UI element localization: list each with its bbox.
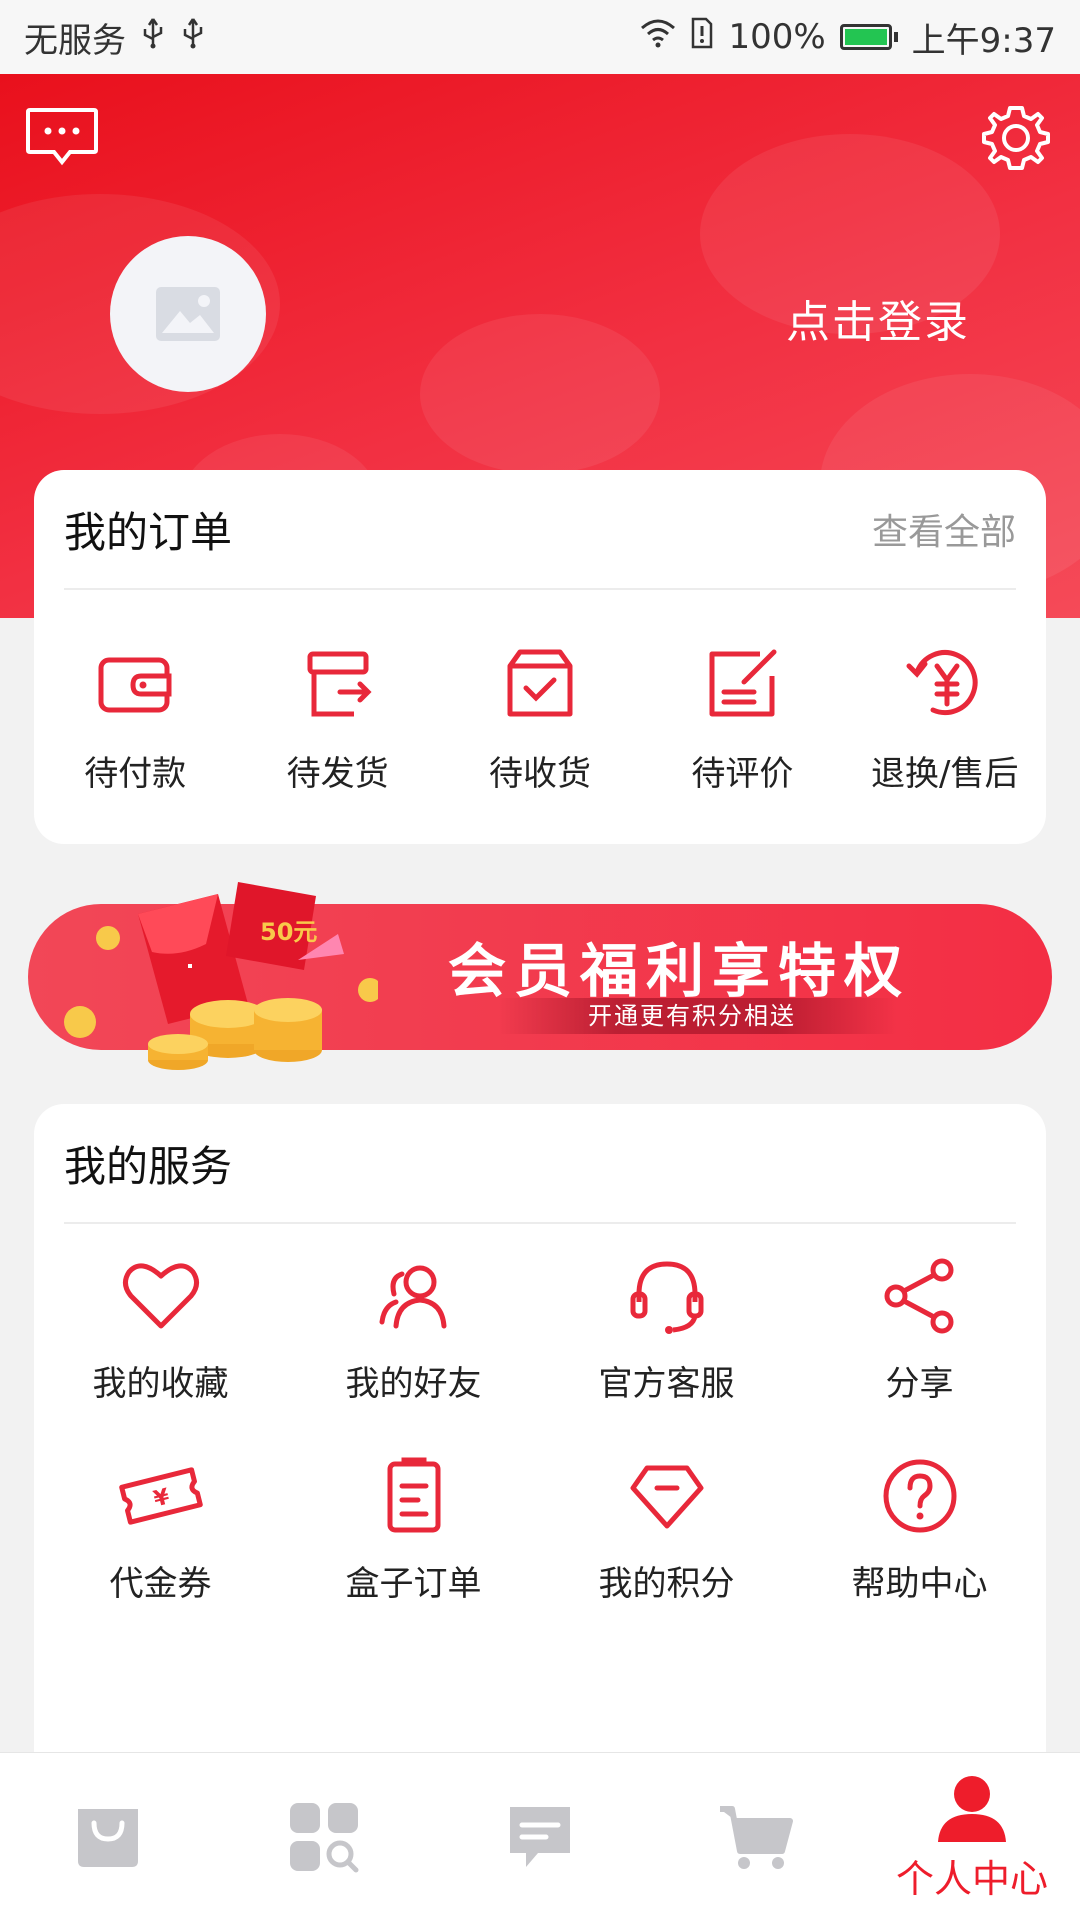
package-check-icon <box>507 649 573 717</box>
nav-category[interactable] <box>216 1753 432 1920</box>
refund-yen-icon <box>906 650 978 716</box>
nav-profile[interactable]: 个人中心 <box>864 1753 1080 1920</box>
service-label: 分享 <box>885 1364 954 1404</box>
cart-icon <box>720 1805 793 1869</box>
box-arrow-icon <box>307 651 372 717</box>
battery-icon <box>839 24 898 50</box>
service-help-center[interactable]: 帮助中心 <box>793 1454 1046 1654</box>
svg-text:¥: ¥ <box>151 1484 173 1512</box>
member-benefits-banner[interactable]: 50元 会员福利享特权 开通更有积分相送 <box>28 882 1052 1070</box>
clock: 上午9:37 <box>911 20 1056 61</box>
wifi-icon <box>640 17 676 57</box>
wallet-icon <box>98 657 172 713</box>
headset-icon <box>630 1261 703 1334</box>
view-all-link[interactable]: 查看全部 <box>872 503 1016 555</box>
edit-note-icon <box>709 649 777 717</box>
service-label: 我的好友 <box>345 1364 482 1404</box>
services-title: 我的服务 <box>64 1141 233 1191</box>
order-awaiting-shipment[interactable]: 待发货 <box>243 642 433 795</box>
service-points[interactable]: 我的积分 <box>540 1454 793 1654</box>
nav-home[interactable] <box>0 1753 216 1920</box>
image-placeholder-icon <box>156 287 220 341</box>
order-returns[interactable]: 退换/售后 <box>850 642 1040 795</box>
friends-icon <box>379 1265 446 1329</box>
orders-title: 我的订单 <box>64 507 233 557</box>
nav-messages[interactable] <box>432 1753 648 1920</box>
share-icon <box>884 1258 953 1334</box>
gear-icon <box>982 106 1050 170</box>
bottom-nav: 个人中心 <box>0 1752 1080 1920</box>
help-icon <box>883 1459 956 1533</box>
service-label: 我的收藏 <box>92 1364 229 1404</box>
orders-card: 我的订单 查看全部 待付款 待发货 待收货 待评价 退换/售后 <box>34 470 1046 844</box>
chat-icon <box>510 1806 570 1867</box>
red-envelope-coins-image: 50元 <box>64 882 378 1070</box>
message-button[interactable] <box>24 106 100 170</box>
service-vouchers[interactable]: ¥ 代金券 <box>34 1454 287 1654</box>
usb-icon <box>140 17 166 58</box>
status-bar: 无服务 100% 上午9:37 <box>0 0 1080 74</box>
ticket-icon: ¥ <box>118 1467 203 1525</box>
gem-icon <box>630 1465 703 1529</box>
sim-alert-icon <box>690 17 714 58</box>
heart-icon <box>122 1263 199 1329</box>
service-label: 帮助中心 <box>851 1564 988 1604</box>
carrier-text: 无服务 <box>24 20 126 61</box>
usb-icon-2 <box>180 17 206 58</box>
promo-subtitle: 开通更有积分相送 <box>498 998 896 1034</box>
order-pending-payment[interactable]: 待付款 <box>40 642 230 795</box>
services-card: 我的服务 我的收藏 我的好友 官方客服 分享 ¥ 代金券 盒子订单 我的积分 帮… <box>34 1104 1046 1824</box>
login-link[interactable]: 点击登录 <box>786 286 970 350</box>
service-customer-support[interactable]: 官方客服 <box>540 1254 793 1454</box>
service-label: 我的积分 <box>598 1564 735 1604</box>
service-label: 盒子订单 <box>345 1564 482 1604</box>
service-share[interactable]: 分享 <box>793 1254 1046 1454</box>
bag-icon <box>78 1808 138 1867</box>
service-friends[interactable]: 我的好友 <box>287 1254 540 1454</box>
order-label: 待发货 <box>286 754 389 794</box>
settings-button[interactable] <box>980 102 1052 174</box>
service-favorites[interactable]: 我的收藏 <box>34 1254 287 1454</box>
avatar[interactable] <box>110 236 266 392</box>
nav-cart[interactable] <box>648 1753 864 1920</box>
person-icon <box>938 1776 1006 1842</box>
order-label: 待评价 <box>691 754 794 794</box>
service-box-orders[interactable]: 盒子订单 <box>287 1454 540 1654</box>
nav-profile-label: 个人中心 <box>895 1857 1048 1901</box>
order-label: 待收货 <box>488 754 591 794</box>
service-label: 代金券 <box>109 1564 212 1604</box>
coupon-text: 50元 <box>260 918 317 946</box>
order-awaiting-review[interactable]: 待评价 <box>647 642 837 795</box>
message-icon <box>26 108 98 166</box>
order-awaiting-receipt[interactable]: 待收货 <box>445 642 635 795</box>
clipboard-icon <box>387 1457 440 1533</box>
category-search-icon <box>290 1802 359 1872</box>
battery-text: 100% <box>728 17 826 57</box>
order-label: 待付款 <box>84 754 187 794</box>
order-label: 退换/售后 <box>871 754 1019 794</box>
promo-title: 会员福利享特权 <box>448 937 911 1005</box>
service-label: 官方客服 <box>598 1364 735 1404</box>
